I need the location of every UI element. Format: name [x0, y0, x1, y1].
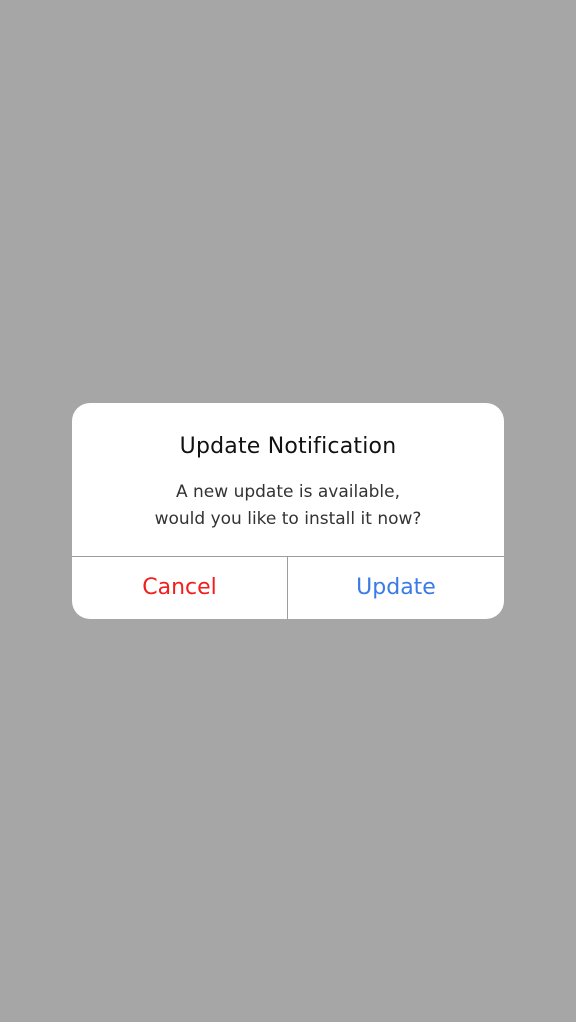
update-notification-dialog: Update Notification A new update is avai… [72, 403, 504, 619]
update-button[interactable]: Update [288, 557, 504, 619]
message-line-2: would you like to install it now? [154, 509, 422, 529]
message-line-1: A new update is available, [176, 482, 400, 502]
dialog-title: Update Notification [179, 434, 397, 459]
dialog-message: A new update is available, would you lik… [72, 479, 504, 533]
dialog-actions: Cancel Update [72, 556, 504, 619]
cancel-button[interactable]: Cancel [72, 557, 288, 619]
